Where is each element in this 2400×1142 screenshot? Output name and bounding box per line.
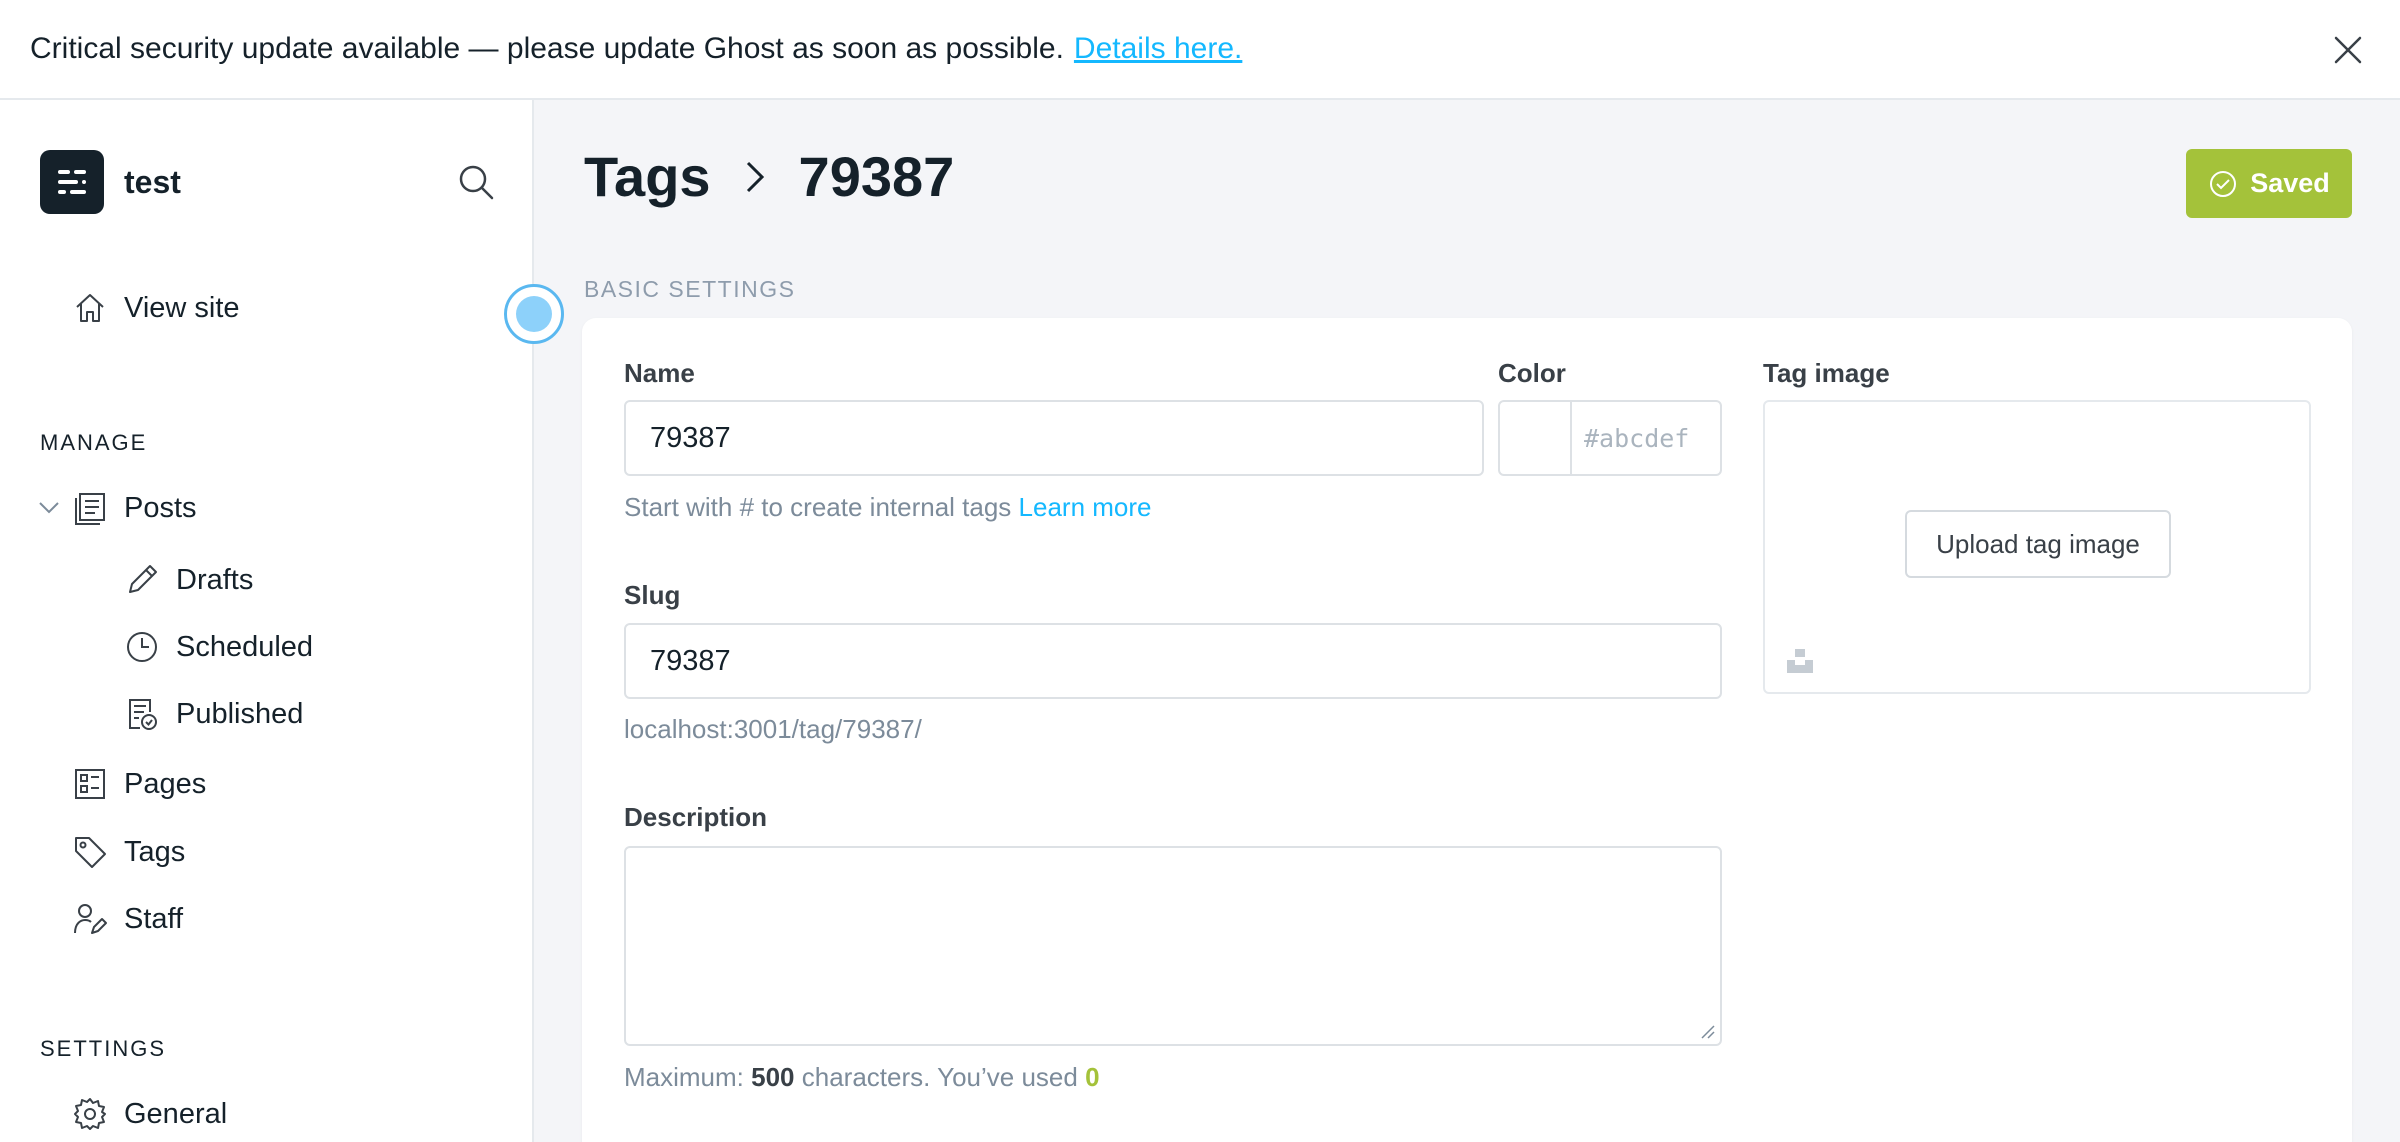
sidebar-item-label: Staff: [124, 902, 184, 935]
slug-label: Slug: [624, 580, 681, 610]
brand[interactable]: test: [40, 150, 181, 214]
sidebar-item-posts[interactable]: Posts: [72, 490, 197, 526]
sidebar-item-label: Tags: [124, 835, 186, 868]
description-label: Description: [624, 802, 768, 832]
check-circle-icon: [2210, 170, 2237, 197]
page-title: Tags 79387: [584, 144, 954, 209]
resize-grip-icon[interactable]: [1698, 1022, 1716, 1040]
description-counter: Maximum: 500 characters. You’ve used 0: [624, 1062, 1100, 1093]
name-input[interactable]: 79387: [624, 400, 1484, 476]
chevron-right-icon: [746, 161, 764, 192]
name-help: Start with # to create internal tags Lea…: [624, 492, 1152, 523]
sidebar-item-pages[interactable]: Pages: [72, 766, 206, 802]
sidebar: test View site MANAGE Posts Drafts Sched…: [0, 100, 534, 1142]
pages-icon: [75, 769, 105, 799]
counter-max: 500: [751, 1062, 795, 1092]
section-title: BASIC SETTINGS: [584, 276, 796, 302]
sidebar-item-label: Posts: [124, 491, 197, 524]
staff-icon: [74, 904, 107, 934]
counter-used: 0: [1085, 1062, 1100, 1092]
settings-heading: SETTINGS: [40, 1036, 167, 1061]
sidebar-item-published[interactable]: Published: [124, 696, 303, 732]
close-icon[interactable]: [2328, 30, 2368, 70]
unsplash-icon[interactable]: [1785, 646, 1815, 676]
tag-image-label: Tag image: [1763, 358, 1890, 388]
gear-icon: [74, 1098, 106, 1130]
sidebar-item-label: Scheduled: [176, 630, 314, 663]
saved-label: Saved: [2250, 168, 2330, 198]
home-icon: [76, 294, 104, 322]
color-swatch[interactable]: [1500, 402, 1572, 474]
search-icon[interactable]: [456, 162, 496, 202]
sidebar-item-drafts[interactable]: Drafts: [124, 562, 253, 598]
sidebar-item-label: Pages: [124, 767, 207, 800]
name-label: Name: [624, 358, 695, 388]
manage-heading: MANAGE: [40, 430, 148, 455]
sidebar-item-general[interactable]: General: [72, 1096, 227, 1132]
upload-tag-image-button[interactable]: Upload tag image: [1905, 510, 2171, 578]
chevron-down-icon[interactable]: [36, 494, 62, 520]
breadcrumb-tags[interactable]: Tags: [584, 144, 711, 209]
posts-icon: [75, 493, 105, 525]
slug-url: localhost:3001/tag/79387/: [624, 714, 922, 744]
published-icon: [129, 699, 157, 730]
color-hex-input[interactable]: #abcdef: [1572, 402, 1720, 474]
tag-icon: [75, 837, 106, 868]
sidebar-item-label: Drafts: [176, 563, 254, 596]
site-name: test: [124, 163, 181, 200]
ghost-logo-icon: [40, 150, 104, 214]
color-label: Color: [1498, 358, 1566, 388]
resize-handle-dot: [516, 296, 552, 332]
slug-input[interactable]: 79387: [624, 623, 1722, 699]
learn-more-link[interactable]: Learn more: [1019, 492, 1152, 522]
sidebar-item-staff[interactable]: Staff: [72, 901, 183, 937]
description-textarea[interactable]: [624, 846, 1722, 1046]
breadcrumb-current: 79387: [798, 145, 955, 208]
color-field: #abcdef: [1498, 400, 1722, 476]
security-banner: Critical security update available — ple…: [0, 0, 2400, 100]
pencil-icon: [129, 565, 157, 593]
tag-image-dropzone[interactable]: Upload tag image: [1763, 400, 2311, 694]
banner-message: Critical security update available — ple…: [30, 32, 1064, 65]
sidebar-resize-handle[interactable]: [504, 284, 564, 344]
sidebar-item-label: Published: [176, 697, 304, 730]
sidebar-item-label: General: [124, 1097, 228, 1130]
sidebar-item-scheduled[interactable]: Scheduled: [124, 629, 313, 665]
banner-details-link[interactable]: Details here.: [1074, 32, 1242, 66]
sidebar-item-view-site[interactable]: View site: [72, 290, 240, 326]
counter-mid: characters. You’ve used: [801, 1062, 1078, 1092]
sidebar-item-tags[interactable]: Tags: [72, 834, 185, 870]
counter-prefix: Maximum:: [624, 1062, 744, 1092]
sidebar-item-label: View site: [124, 291, 240, 324]
saved-button[interactable]: Saved: [2186, 149, 2352, 218]
clock-icon: [127, 632, 157, 662]
name-help-text: Start with # to create internal tags: [624, 492, 1012, 522]
